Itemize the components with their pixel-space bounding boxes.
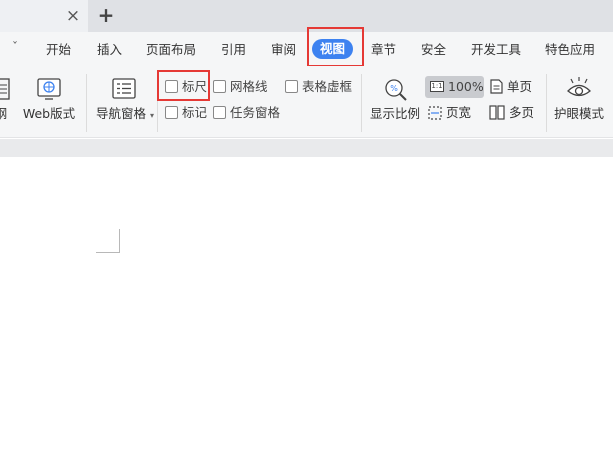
menu-tab-page-layout[interactable]: 页面布局 bbox=[146, 41, 196, 59]
zoom-label: 显示比例 bbox=[369, 106, 420, 121]
outline-button[interactable]: 纲 bbox=[0, 78, 12, 122]
web-layout-icon bbox=[37, 78, 61, 100]
menu-tab-review[interactable]: 审阅 bbox=[271, 41, 296, 59]
view-tab-highlight bbox=[307, 27, 364, 67]
table-gridlines-checkbox-label: 表格虚框 bbox=[302, 79, 353, 94]
task-pane-checkbox[interactable]: 任务窗格 bbox=[213, 104, 280, 122]
task-pane-checkbox-box[interactable] bbox=[213, 106, 226, 119]
web-layout-label: Web版式 bbox=[22, 106, 76, 121]
menu-tab-special-apps[interactable]: 特色应用 bbox=[545, 41, 595, 59]
document-page[interactable] bbox=[0, 157, 613, 467]
new-tab-button[interactable]: + bbox=[95, 4, 117, 26]
menu-tab-developer[interactable]: 开发工具 bbox=[471, 41, 521, 59]
marks-checkbox[interactable]: 标记 bbox=[165, 104, 207, 122]
eye-protection-mode-label: 护眼模式 bbox=[553, 106, 604, 121]
single-page-icon bbox=[490, 79, 503, 94]
web-layout-button[interactable]: Web版式 bbox=[22, 78, 76, 122]
menu-tab-start[interactable]: 开始 bbox=[46, 41, 71, 59]
multi-page-icon bbox=[489, 105, 505, 120]
ribbon-view: 纲 Web版式 导航窗格 ▾ 标尺 网格线 表格虚框 标记 任务窗格 % 显示比… bbox=[0, 66, 613, 138]
eye-protection-mode-button[interactable]: 护眼模式 bbox=[552, 76, 606, 122]
navigation-pane-icon bbox=[112, 78, 136, 99]
page-width-label: 页宽 bbox=[446, 105, 472, 120]
task-pane-checkbox-label: 任务窗格 bbox=[230, 105, 281, 120]
single-page-label: 单页 bbox=[507, 79, 533, 94]
zoom-100-button[interactable]: 1:1 100% bbox=[425, 76, 484, 98]
gridlines-checkbox[interactable]: 网格线 bbox=[213, 78, 268, 96]
ruler-area bbox=[0, 139, 613, 157]
navigation-pane-label: 导航窗格 bbox=[95, 106, 146, 121]
table-gridlines-checkbox-box[interactable] bbox=[285, 80, 298, 93]
page-margin-corner-mark bbox=[96, 229, 120, 253]
page-width-button[interactable]: 页宽 bbox=[428, 104, 471, 122]
marks-checkbox-label: 标记 bbox=[182, 105, 208, 120]
table-gridlines-checkbox[interactable]: 表格虚框 bbox=[285, 78, 352, 96]
one-to-one-icon: 1:1 bbox=[430, 81, 444, 92]
zoom-button[interactable]: % 显示比例 bbox=[368, 78, 422, 122]
zoom-magnifier-icon: % bbox=[385, 79, 407, 101]
menu-tab-chapter[interactable]: 章节 bbox=[371, 41, 396, 59]
multi-page-label: 多页 bbox=[509, 105, 535, 120]
page-width-icon bbox=[428, 106, 442, 120]
ribbon-separator bbox=[546, 74, 547, 132]
eye-icon bbox=[567, 77, 591, 97]
outline-icon bbox=[0, 78, 10, 100]
menu-tab-insert[interactable]: 插入 bbox=[97, 41, 122, 59]
zoom-100-label: 100% bbox=[448, 79, 484, 94]
gridlines-checkbox-box[interactable] bbox=[213, 80, 226, 93]
single-page-button[interactable]: 单页 bbox=[490, 78, 532, 96]
ribbon-separator bbox=[86, 74, 87, 132]
close-tab-icon[interactable]: × bbox=[63, 6, 83, 26]
menu-tab-references[interactable]: 引用 bbox=[221, 41, 246, 59]
ruler-checkbox-highlight bbox=[157, 70, 210, 101]
marks-checkbox-box[interactable] bbox=[165, 106, 178, 119]
ribbon-separator bbox=[361, 74, 362, 132]
document-tab[interactable]: × bbox=[0, 0, 88, 32]
menu-tab-security[interactable]: 安全 bbox=[421, 41, 446, 59]
gridlines-checkbox-label: 网格线 bbox=[230, 79, 268, 94]
outline-label: 纲 bbox=[0, 106, 8, 121]
multi-page-button[interactable]: 多页 bbox=[489, 104, 534, 122]
svg-text:%: % bbox=[390, 84, 398, 93]
navigation-pane-button[interactable]: 导航窗格 ▾ bbox=[94, 78, 154, 122]
navigation-pane-dropdown-icon[interactable]: ▾ bbox=[150, 111, 154, 120]
menu-overflow-icon[interactable]: ˇ bbox=[12, 40, 18, 54]
